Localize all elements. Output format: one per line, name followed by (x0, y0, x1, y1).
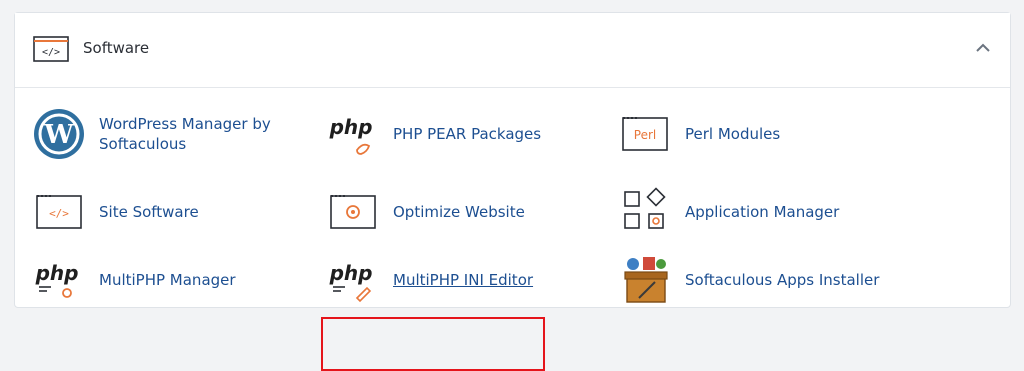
item-php-pear[interactable]: php PHP PEAR Packages (327, 108, 541, 160)
php-manager-icon: php (33, 254, 85, 306)
item-softaculous-installer[interactable]: Softaculous Apps Installer (619, 254, 879, 306)
item-label: WordPress Manager by Softaculous (99, 115, 271, 153)
code-window-icon: </> (33, 36, 69, 62)
item-site-software[interactable]: </> Site Software (33, 186, 199, 238)
software-panel: </> Software W WordPress Manager by Soft… (14, 12, 1011, 371)
svg-text:W: W (43, 120, 74, 150)
item-label: PHP PEAR Packages (393, 125, 542, 143)
svg-text:php: php (329, 115, 373, 139)
perl-icon: Perl (619, 108, 671, 160)
svg-text:php: php (329, 261, 373, 285)
php-ini-icon: php (327, 254, 379, 306)
gear-window-icon (327, 186, 379, 238)
svg-text:php: php (35, 261, 79, 285)
item-label: Optimize Website (393, 203, 525, 221)
item-label: Perl Modules (685, 125, 781, 143)
panel-header[interactable]: </> Software (15, 13, 1010, 88)
chevron-up-icon[interactable] (974, 41, 992, 55)
item-multiphp-ini-editor[interactable]: php MultiPHP INI Editor (327, 254, 533, 306)
softaculous-icon (619, 254, 671, 306)
item-application-manager[interactable]: Application Manager (619, 186, 839, 238)
item-optimize-website[interactable]: Optimize Website (327, 186, 525, 238)
svg-text:</>: </> (42, 47, 60, 58)
svg-text:</>: </> (49, 207, 69, 220)
wordpress-icon: W (33, 108, 85, 160)
section-title: Software (83, 39, 150, 57)
item-perl-modules[interactable]: Perl Perl Modules (619, 108, 780, 160)
highlight-box (321, 317, 545, 371)
php-pear-icon: php (327, 108, 379, 160)
item-label: MultiPHP INI Editor (393, 271, 534, 289)
item-wordpress-manager[interactable]: W WordPress Manager by Softaculous (33, 108, 289, 160)
code-window-icon: </> (33, 186, 85, 238)
app-grid-icon (619, 186, 671, 238)
item-label: Site Software (99, 203, 199, 221)
item-label: Softaculous Apps Installer (685, 271, 880, 289)
perl-icon-text: Perl (634, 128, 656, 142)
item-label: MultiPHP Manager (99, 271, 236, 289)
item-multiphp-manager[interactable]: php MultiPHP Manager (33, 254, 236, 306)
item-label: Application Manager (685, 203, 840, 221)
